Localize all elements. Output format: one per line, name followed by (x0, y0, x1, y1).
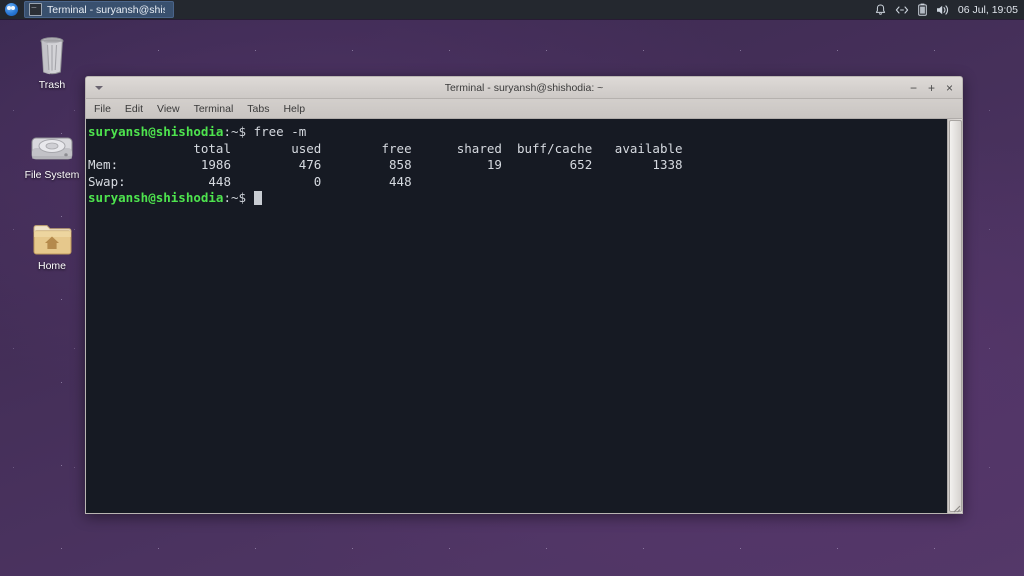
desktop-icon-file-system[interactable]: File System (16, 120, 88, 182)
task-button-terminal[interactable]: Terminal - suryansh@shisho... (24, 1, 174, 18)
network-icon[interactable] (895, 5, 909, 15)
menu-item-tabs[interactable]: Tabs (247, 103, 269, 115)
task-button-label: Terminal - suryansh@shisho... (47, 3, 165, 16)
terminal-scrollbar[interactable] (947, 119, 962, 513)
top-panel[interactable]: Terminal - suryansh@shisho... (0, 0, 1024, 19)
battery-icon[interactable] (918, 3, 927, 16)
minimize-button[interactable]: − (910, 82, 917, 94)
shell-command: free -m (246, 124, 307, 139)
xfce-mouse-icon (4, 3, 18, 16)
window-titlebar[interactable]: Terminal - suryansh@shishodia: ~ − + × (86, 77, 962, 99)
maximize-button[interactable]: + (928, 82, 935, 94)
terminal-window[interactable]: Terminal - suryansh@shishodia: ~ − + × F… (85, 76, 963, 514)
desktop-icon-label: File System (24, 169, 80, 181)
chevron-down-icon (95, 85, 103, 90)
system-tray[interactable] (875, 3, 958, 16)
menu-item-view[interactable]: View (157, 103, 180, 115)
desktop-icon-label: Trash (38, 79, 66, 91)
resize-grip[interactable] (949, 500, 961, 513)
volume-icon[interactable] (936, 4, 950, 16)
shell-prompt-user: suryansh@shishodia (88, 124, 224, 139)
command-output: total used free shared buff/cache availa… (88, 140, 683, 189)
window-controls[interactable]: − + × (910, 82, 962, 94)
menu-item-edit[interactable]: Edit (125, 103, 143, 115)
scrollbar-thumb[interactable] (949, 120, 962, 512)
home-folder-icon (16, 211, 88, 257)
hard-drive-icon (16, 120, 88, 166)
menu-item-help[interactable]: Help (283, 103, 305, 115)
shell-prompt-path: :~$ (223, 124, 247, 139)
menubar[interactable]: File Edit View Terminal Tabs Help (86, 99, 962, 119)
menu-item-file[interactable]: File (94, 103, 111, 115)
panel-clock[interactable]: 06 Jul, 19:05 (958, 4, 1024, 16)
desktop-icon-home[interactable]: Home (16, 211, 88, 273)
window-title: Terminal - suryansh@shishodia: ~ (444, 81, 604, 94)
desktop-icon-trash[interactable]: Trash (16, 30, 88, 92)
text-cursor (253, 191, 262, 206)
notification-bell-icon[interactable] (875, 4, 886, 16)
shell-prompt-user-2: suryansh@shishodia (88, 190, 224, 206)
window-tasklist[interactable]: Terminal - suryansh@shisho... (24, 1, 174, 18)
menu-item-terminal[interactable]: Terminal (194, 103, 234, 115)
terminal-icon (29, 1, 42, 16)
applications-menu-button[interactable] (0, 0, 22, 19)
shell-prompt-path-2: :~$ (223, 190, 247, 206)
desktop-icon-label: Home (37, 260, 66, 272)
trash-icon (16, 30, 88, 76)
window-menu-button[interactable] (86, 77, 112, 98)
close-button[interactable]: × (946, 82, 953, 94)
terminal-output-area[interactable]: suryansh@shishodia:~$ free -m total used… (86, 119, 947, 513)
terminal-body[interactable]: suryansh@shishodia:~$ free -m total used… (86, 119, 962, 513)
